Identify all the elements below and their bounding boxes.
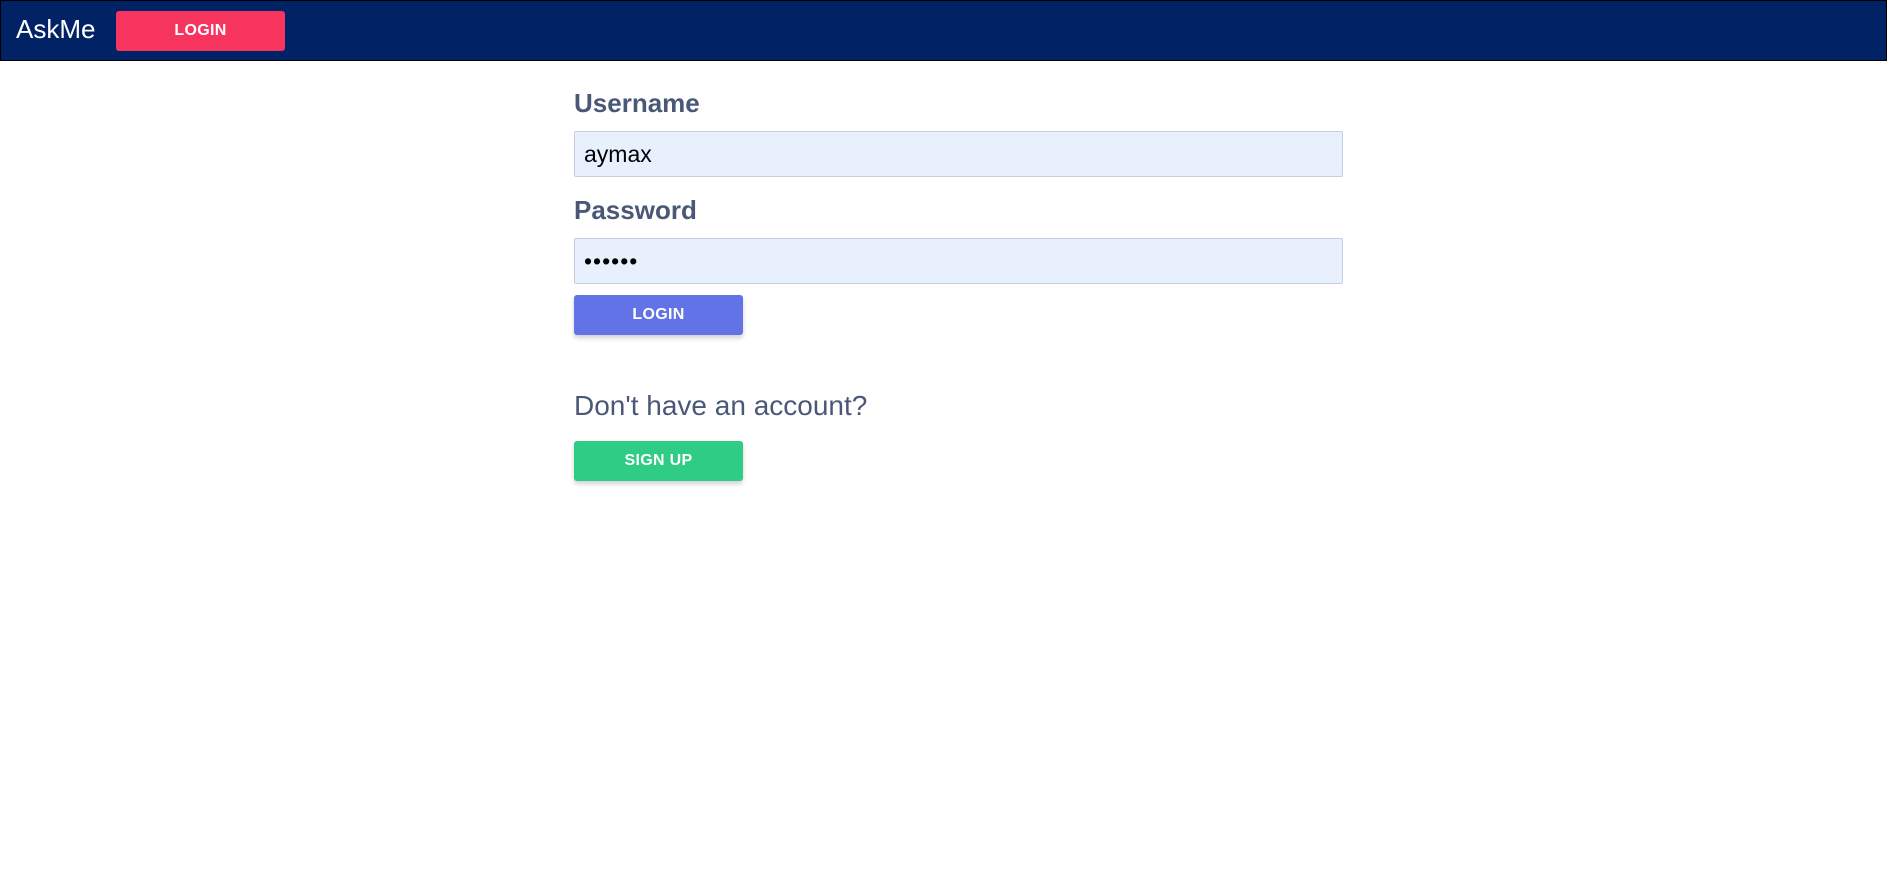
login-form: Username Password LOGIN Don't have an ac… <box>574 84 1343 481</box>
username-label: Username <box>574 88 700 118</box>
nav-login-button[interactable]: LOGIN <box>116 11 285 51</box>
brand-logo[interactable]: AskMe <box>16 14 95 44</box>
signup-prompt: Don't have an account? <box>574 390 868 421</box>
navbar: AskMe LOGIN <box>0 0 1887 61</box>
login-button[interactable]: LOGIN <box>574 295 743 335</box>
signup-button[interactable]: SIGN UP <box>574 441 743 481</box>
username-input[interactable] <box>574 131 1343 177</box>
password-input[interactable] <box>574 238 1343 284</box>
password-label: Password <box>574 195 697 225</box>
